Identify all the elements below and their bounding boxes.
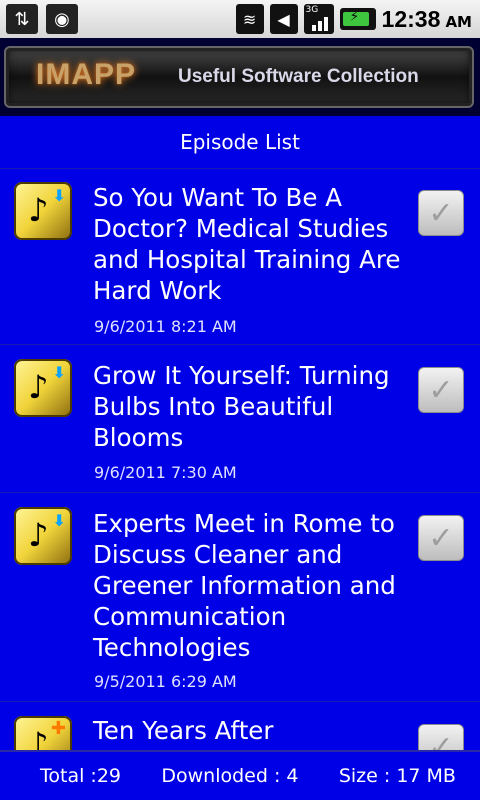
check-icon: ✓ xyxy=(428,520,454,556)
music-note-icon: ♪ xyxy=(28,516,49,554)
brand-logo: IMAPP xyxy=(36,58,137,91)
download-arrow-icon: ⬇ xyxy=(52,186,66,205)
list-item[interactable]: ♪ ⬇ So You Want To Be A Doctor? Medical … xyxy=(0,168,480,345)
episode-list[interactable]: ♪ ⬇ So You Want To Be A Doctor? Medical … xyxy=(0,168,480,750)
episode-date: 9/5/2011 6:29 AM xyxy=(94,672,237,691)
episode-checkbox[interactable]: ✓ xyxy=(418,190,464,236)
check-icon: ✓ xyxy=(428,195,454,231)
total-count: Total :29 xyxy=(40,765,121,787)
wifi-icon: ≋ xyxy=(235,4,264,34)
time: 12:38 xyxy=(381,5,441,32)
add-icon: ✚ xyxy=(50,718,66,739)
music-note-icon: ♪ xyxy=(28,725,49,750)
episode-title: Grow It Yourself: Turning Bulbs Into Bea… xyxy=(93,361,390,452)
ampm: AM xyxy=(445,12,472,31)
music-note-icon: ♪ xyxy=(28,191,49,229)
music-note-icon: ♪ xyxy=(28,368,49,406)
volume-icon: ◀ xyxy=(269,4,298,34)
usb-icon: ⇅ xyxy=(6,4,38,34)
episode-title: Experts Meet in Rome to Discuss Cleaner … xyxy=(93,509,396,662)
download-arrow-icon: ⬇ xyxy=(52,363,66,382)
podcast-thumb-icon: ♪ ⬇ xyxy=(14,507,72,565)
banner-plate: IMAPP Useful Software Collection xyxy=(4,46,474,108)
signal-icon: 3G xyxy=(303,4,334,34)
list-item[interactable]: ♪ ⬇ Experts Meet in Rome to Discuss Clea… xyxy=(0,493,480,702)
podcast-thumb-icon: ♪ ✚ xyxy=(14,716,72,750)
summary-footer: Total :29 Downloded : 4 Size : 17 MB xyxy=(0,750,480,800)
battery-icon: ⚡ xyxy=(339,8,376,30)
list-item[interactable]: ♪ ✚ Ten Years After ✓ xyxy=(0,702,480,750)
podcast-thumb-icon: ♪ ⬇ xyxy=(14,359,72,417)
banner-tagline: Useful Software Collection xyxy=(178,66,419,87)
downloaded-count: Downloded : 4 xyxy=(161,765,299,787)
total-size: Size : 17 MB xyxy=(338,765,456,787)
check-icon: ✓ xyxy=(428,372,454,408)
app-banner: IMAPP Useful Software Collection xyxy=(0,38,480,116)
episode-title: So You Want To Be A Doctor? Medical Stud… xyxy=(93,183,401,305)
episode-checkbox[interactable]: ✓ xyxy=(418,515,464,561)
episode-title: Ten Years After xyxy=(93,716,274,745)
list-item[interactable]: ♪ ⬇ Grow It Yourself: Turning Bulbs Into… xyxy=(0,345,480,493)
episode-checkbox[interactable]: ✓ xyxy=(418,367,464,413)
episode-checkbox[interactable]: ✓ xyxy=(418,724,464,750)
download-arrow-icon: ⬇ xyxy=(52,511,66,530)
episode-date: 9/6/2011 8:21 AM xyxy=(94,317,237,336)
status-bar: ⇅ ◉ ≋ ◀ 3G ⚡ 12:38 AM xyxy=(0,0,480,38)
check-icon: ✓ xyxy=(428,729,454,751)
episode-list-title: Episode List xyxy=(0,116,480,169)
android-icon: ◉ xyxy=(46,4,78,34)
clock: 12:38 AM xyxy=(382,6,472,33)
podcast-thumb-icon: ♪ ⬇ xyxy=(14,182,72,240)
episode-date: 9/6/2011 7:30 AM xyxy=(94,463,237,482)
